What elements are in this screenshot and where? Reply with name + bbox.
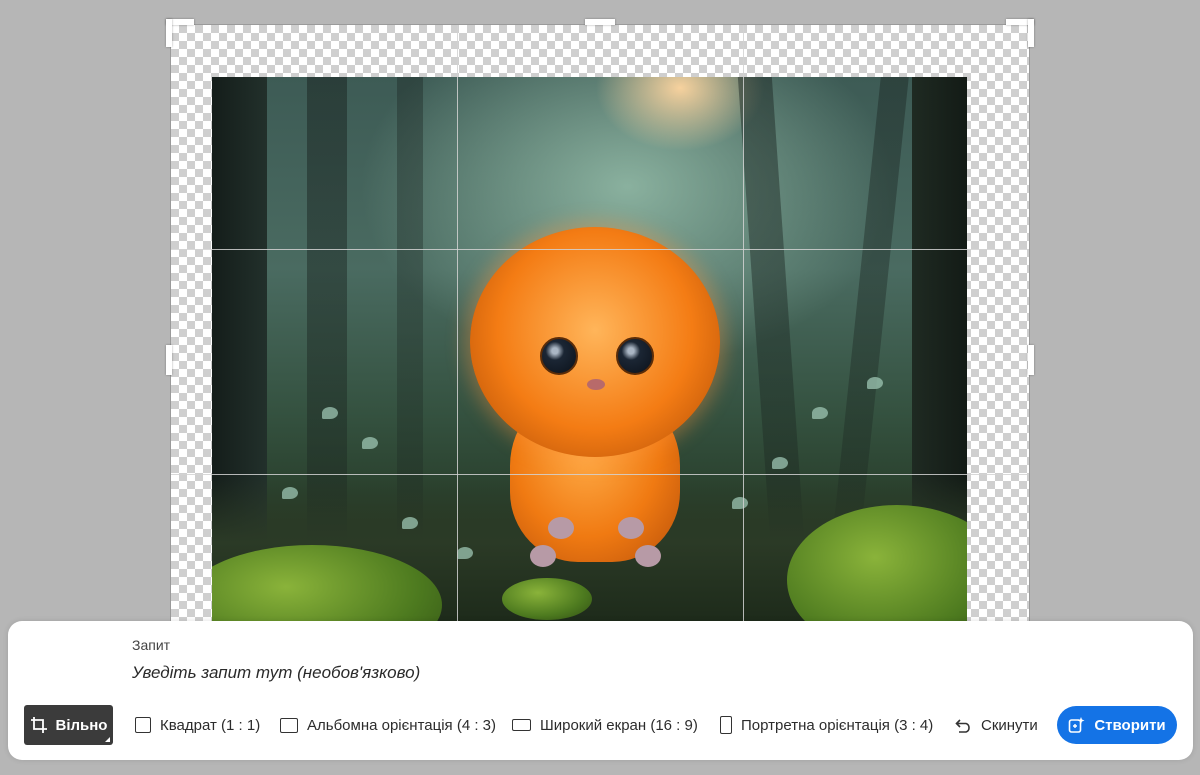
crop-handle-top-left[interactable] [166,19,172,47]
crop-canvas[interactable] [166,19,1034,626]
crop-handle-top[interactable] [585,19,615,25]
creature-paw [618,517,644,539]
leaf [322,407,338,419]
prompt-input[interactable] [132,661,932,685]
crop-handle-left[interactable] [166,345,172,375]
moss-mound [502,578,592,620]
landscape-ratio-label: Альбомна орієнтація (4 : 3) [307,716,497,734]
leaf [402,517,418,529]
create-button[interactable]: Створити [1057,706,1177,744]
creature-eye [540,337,578,375]
portrait-ratio-icon [720,716,732,734]
square-ratio-label: Квадрат (1 : 1) [160,716,261,734]
free-crop-button[interactable]: Вільно [24,705,113,745]
crop-handle-right[interactable] [1028,345,1034,375]
leaf [362,437,378,449]
aspect-ratio-toolbar: Вільно Квадрат (1 : 1) Альбомна орієнтац… [8,705,1193,745]
leaf [812,407,828,419]
leaf [282,487,298,499]
crop-grid-line [743,25,744,625]
reset-label: Скинути [981,716,1038,734]
prompt-label: Запит [132,637,171,653]
creature-paw [548,517,574,539]
creature-head [470,227,720,457]
undo-icon [955,718,970,733]
widescreen-ratio-button[interactable]: Широкий екран (16 : 9) [512,705,698,745]
portrait-ratio-label: Портретна орієнтація (3 : 4) [741,716,934,734]
create-label: Створити [1094,716,1166,734]
crop-grid-line [171,474,1029,475]
crop-handle-top-right[interactable] [1028,19,1034,47]
widescreen-ratio-icon [512,719,531,731]
landscape-ratio-button[interactable]: Альбомна орієнтація (4 : 3) [280,705,496,745]
creature-paw [635,545,661,567]
widescreen-ratio-label: Широкий екран (16 : 9) [540,716,698,734]
creature-eye [616,337,654,375]
canvas-image [212,77,967,625]
dropdown-corner-icon [105,737,110,742]
landscape-ratio-icon [280,717,298,733]
square-ratio-icon [135,717,151,733]
crop-options-panel: Запит Вільно Квадрат (1 : 1) Альбомна ор… [8,621,1193,760]
portrait-ratio-button[interactable]: Портретна орієнтація (3 : 4) [720,705,933,745]
square-ratio-button[interactable]: Квадрат (1 : 1) [135,705,260,745]
orange-creature [470,227,720,567]
crop-grid-line [457,25,458,625]
reset-button[interactable]: Скинути [955,705,1038,745]
free-crop-label: Вільно [55,716,108,734]
generative-expand-icon [1069,717,1085,733]
leaf [867,377,883,389]
leaf [772,457,788,469]
creature-paw [530,545,556,567]
leaf [732,497,748,509]
crop-grid-line [171,249,1029,250]
crop-icon [30,717,47,733]
creature-nose [587,379,605,390]
